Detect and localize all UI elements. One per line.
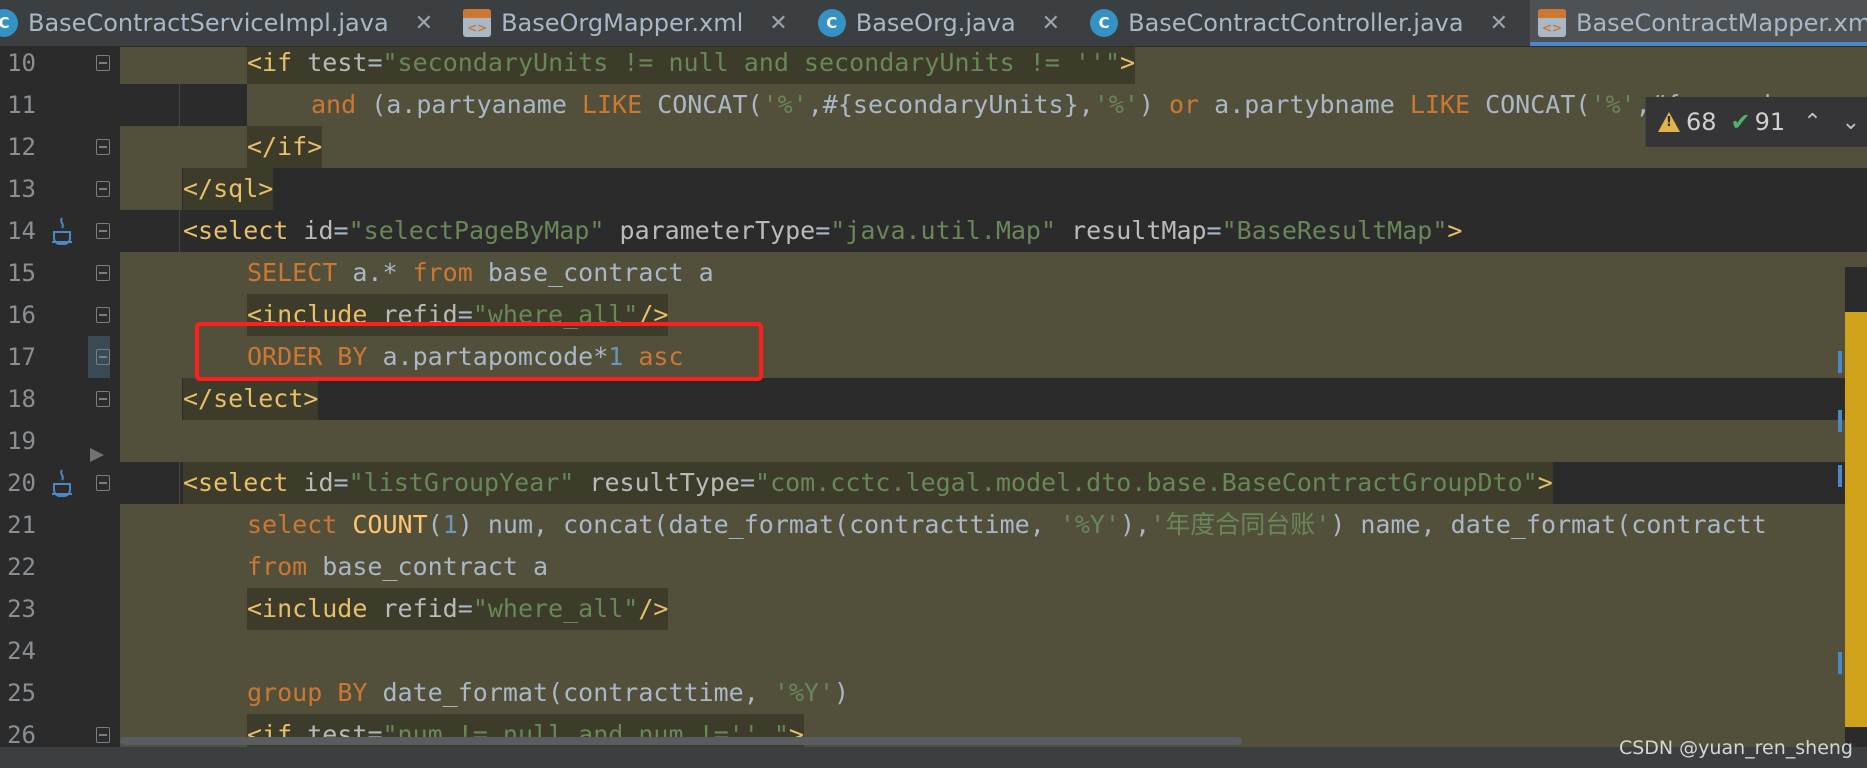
weak-warning-count: 91	[1754, 108, 1786, 136]
tab-base-org[interactable]: C BaseOrg.java ✕	[810, 0, 1082, 46]
line-number: 16	[7, 301, 36, 329]
code-line: 20 <select id="listGroupYear" resultType…	[0, 462, 1867, 504]
line-number: 24	[7, 637, 36, 665]
code-text: <select id="selectPageByMap" parameterTy…	[183, 216, 1463, 245]
warning-count: 68	[1686, 108, 1717, 136]
close-icon[interactable]: ✕	[1042, 11, 1060, 36]
line-number: 26	[7, 721, 36, 747]
tab-label: BaseOrgMapper.xml	[501, 9, 744, 37]
code-highlight	[120, 420, 1867, 462]
code-text: </select>	[183, 378, 319, 420]
xml-file-icon: <>	[1538, 9, 1566, 37]
status-strip	[0, 747, 1867, 768]
code-line: 19	[0, 420, 1867, 462]
fold-icon[interactable]	[96, 265, 110, 281]
code-text: from base_contract a	[247, 552, 549, 581]
fold-icon[interactable]	[96, 139, 110, 155]
code-line: 18 </select>	[0, 378, 1867, 420]
line-number: 15	[7, 259, 36, 287]
line-number: 21	[7, 511, 36, 539]
close-icon[interactable]: ✕	[1490, 11, 1508, 36]
code-line: 12 </if>	[0, 126, 1867, 168]
error-stripe[interactable]	[1838, 267, 1867, 747]
line-number: 23	[7, 595, 36, 623]
code-highlight	[120, 630, 1867, 672]
check-icon: ✔	[1730, 108, 1751, 136]
code-line: 23 <include refid="where_all"/>	[0, 588, 1867, 630]
warning-icon	[1658, 112, 1680, 132]
java-mapper-icon[interactable]	[48, 462, 76, 504]
change-marker	[1838, 652, 1842, 674]
fold-icon[interactable]	[96, 727, 110, 743]
tab-base-org-mapper[interactable]: <> BaseOrgMapper.xml ✕	[455, 0, 810, 46]
fold-icon[interactable]	[96, 391, 110, 407]
fold-icon[interactable]	[96, 475, 110, 491]
fold-icon[interactable]	[96, 349, 110, 365]
line-number: 20	[7, 469, 36, 497]
highlight-box	[195, 322, 763, 381]
code-line: 15 SELECT a.* from base_contract a	[0, 252, 1867, 294]
code-line: 25 group BY date_format(contracttime, '%…	[0, 672, 1867, 714]
java-mapper-icon[interactable]	[48, 210, 76, 252]
fold-icon[interactable]	[96, 181, 110, 197]
fold-icon[interactable]	[96, 223, 110, 239]
code-highlight	[120, 168, 182, 210]
run-arrow-icon[interactable]	[90, 448, 104, 462]
line-number: 11	[7, 91, 36, 119]
editor-tab-bar: C BaseContractServiceImpl.java ✕ <> Base…	[0, 0, 1867, 47]
tab-base-contract-service-impl[interactable]: C BaseContractServiceImpl.java ✕	[0, 0, 455, 46]
line-number: 14	[7, 217, 36, 245]
change-marker	[1838, 351, 1842, 373]
code-text: <if test="secondaryUnits != null and sec…	[247, 47, 1136, 84]
close-icon[interactable]: ✕	[769, 11, 787, 36]
code-line: 10 <if test="secondaryUnits != null and …	[0, 47, 1867, 84]
xml-file-icon: <>	[463, 9, 492, 37]
line-number: 13	[7, 175, 36, 203]
code-text: </sql>	[183, 168, 274, 210]
line-number: 10	[7, 49, 36, 77]
class-icon: C	[0, 9, 18, 37]
horizontal-scrollbar[interactable]	[120, 737, 1242, 745]
code-line: 11 and (a.partyaname LIKE CONCAT('%',#{s…	[0, 84, 1867, 126]
tab-label: BaseContractMapper.xml	[1576, 9, 1867, 37]
line-number: 18	[7, 385, 36, 413]
code-text: and (a.partyaname LIKE CONCAT('%',#{seco…	[311, 90, 1786, 119]
code-text: group BY date_format(contracttime, '%Y')	[247, 678, 850, 707]
code-line: 24	[0, 630, 1867, 672]
line-number: 12	[7, 133, 36, 161]
code-text: select COUNT(1) num, concat(date_format(…	[247, 510, 1767, 539]
inspection-widget[interactable]: 68 ✔ 91 ⌃ ⌄	[1645, 97, 1867, 147]
code-highlight	[120, 378, 182, 420]
watermark: CSDN @yuan_ren_sheng	[1618, 737, 1853, 759]
code-line: 22 from base_contract a	[0, 546, 1867, 588]
chevron-down-icon[interactable]: ⌄	[1842, 110, 1860, 135]
change-marker	[1838, 410, 1842, 432]
code-highlight	[120, 126, 1867, 168]
line-number: 19	[7, 427, 36, 455]
code-editor[interactable]: 10 <if test="secondaryUnits != null and …	[0, 47, 1867, 747]
code-line: 21 select COUNT(1) num, concat(date_form…	[0, 504, 1867, 546]
code-line: 14 <select id="selectPageByMap" paramete…	[0, 210, 1867, 252]
change-marker	[1838, 465, 1842, 487]
line-number: 17	[7, 343, 36, 371]
tab-label: BaseOrg.java	[855, 9, 1016, 37]
class-icon: C	[1090, 9, 1119, 37]
line-number: 25	[7, 679, 36, 707]
close-icon[interactable]: ✕	[415, 11, 433, 36]
tab-base-contract-mapper[interactable]: <> BaseContractMapper.xml ✕	[1530, 0, 1867, 46]
class-icon: C	[817, 9, 846, 37]
code-text: </if>	[247, 126, 323, 168]
code-text: <select id="listGroupYear" resultType="c…	[183, 462, 1553, 504]
code-text: <include refid="where_all"/>	[247, 588, 669, 630]
highlight-marker	[1845, 312, 1867, 727]
tab-label: BaseContractController.java	[1128, 9, 1464, 37]
fold-icon[interactable]	[96, 55, 110, 71]
tab-label: BaseContractServiceImpl.java	[28, 9, 389, 37]
fold-icon[interactable]	[96, 307, 110, 323]
chevron-up-icon[interactable]: ⌃	[1803, 110, 1821, 135]
code-text: SELECT a.* from base_contract a	[247, 258, 714, 287]
tab-base-contract-controller[interactable]: C BaseContractController.java ✕	[1082, 0, 1530, 46]
code-line: 13 </sql>	[0, 168, 1867, 210]
line-number: 22	[7, 553, 36, 581]
